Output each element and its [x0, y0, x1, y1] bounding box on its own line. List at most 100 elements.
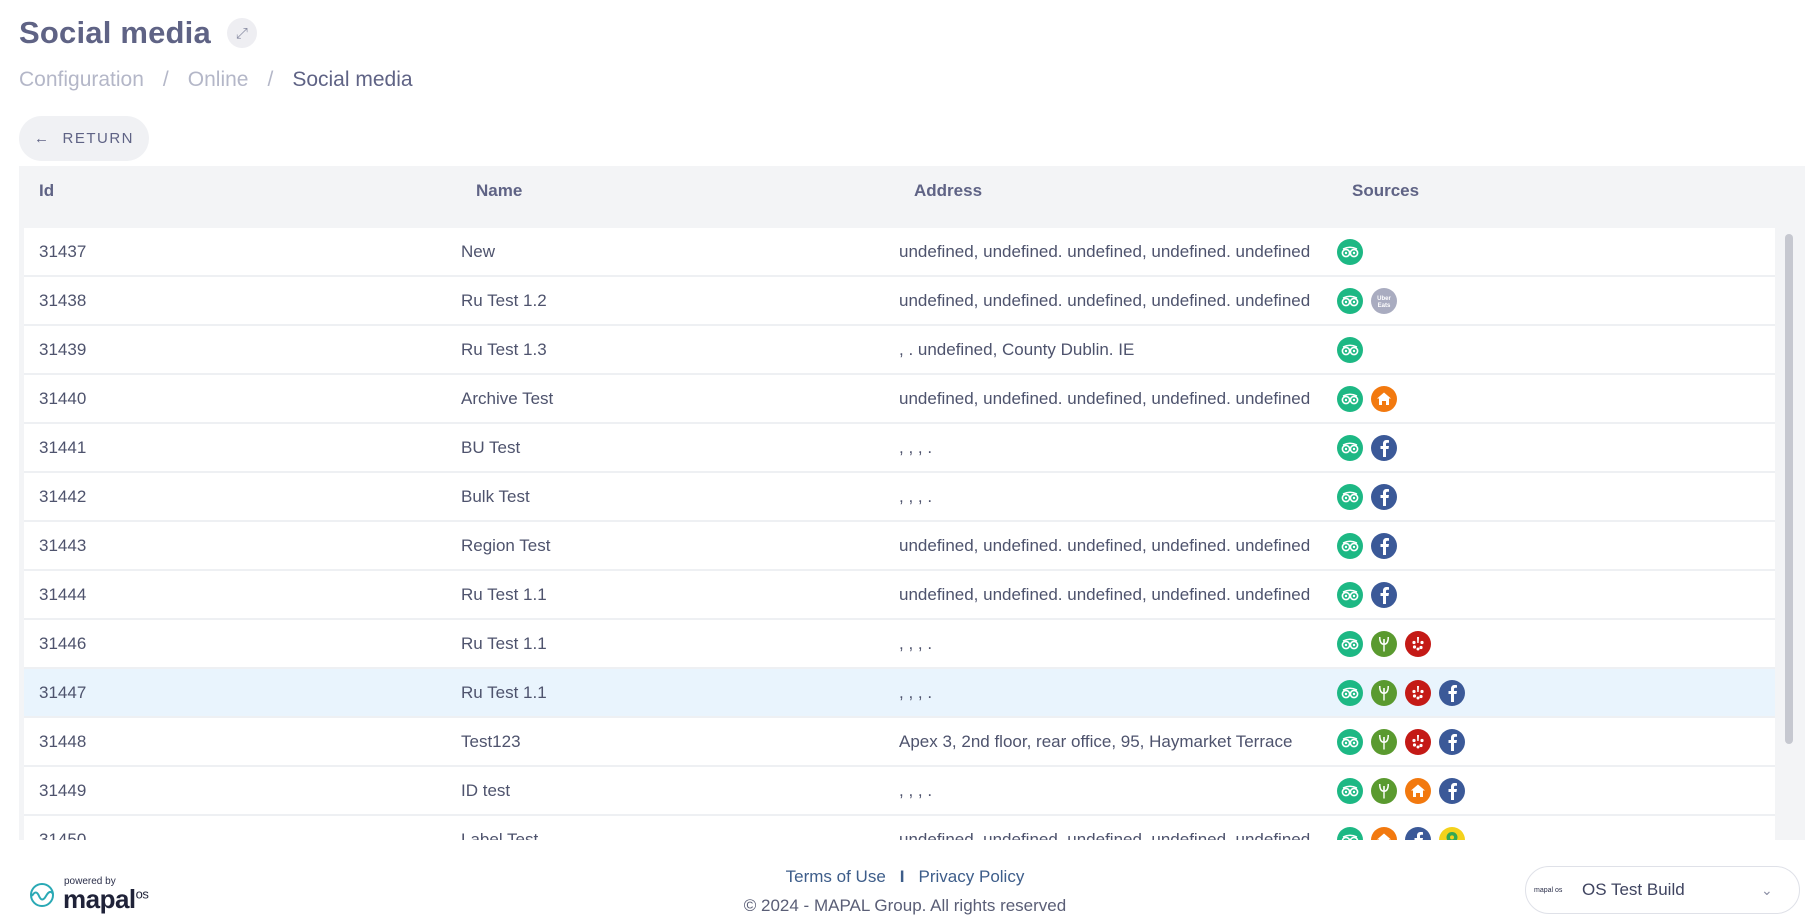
table-row[interactable]: 31440 Archive Test undefined, undefined. u…: [24, 375, 1775, 424]
return-label: RETURN: [62, 130, 134, 147]
cell-address: , , , .: [899, 633, 933, 653]
tripadvisor-icon: [1337, 826, 1363, 840]
environment-select[interactable]: mapal os OS Test Build ⌄: [1525, 866, 1800, 914]
privacy-link[interactable]: Privacy Policy: [919, 867, 1025, 886]
cell-name: Ru Test 1.1: [461, 584, 547, 604]
return-button[interactable]: ← RETURN: [19, 116, 149, 161]
svg-text:Eats: Eats: [1378, 303, 1391, 309]
breadcrumb-separator: /: [267, 68, 274, 91]
yelp-icon: [1405, 679, 1431, 706]
column-header-id[interactable]: Id: [19, 181, 456, 201]
ubereats-icon: Uber Eats: [1371, 287, 1397, 314]
cell-name: BU Test: [461, 437, 521, 457]
title-row: Social media ⤢: [19, 12, 413, 54]
table-row[interactable]: 31442 Bulk Test , , , .: [24, 473, 1775, 522]
table-row[interactable]: 31438 Ru Test 1.2 undefined, undefined. un…: [24, 277, 1775, 326]
cell-address: , , , .: [899, 682, 933, 702]
facebook-icon: [1371, 532, 1397, 559]
locations-table: Id Name Address Sources 31437 New undefine…: [19, 166, 1805, 840]
facebook-icon: [1405, 826, 1431, 840]
breadcrumb-current: Social media: [292, 68, 413, 91]
breadcrumb-configuration[interactable]: Configuration: [19, 68, 144, 92]
cell-name: Region Test: [461, 535, 551, 555]
cell-id: 31444: [39, 584, 87, 604]
cell-name: Test123: [461, 731, 521, 751]
page-title: Social media: [19, 15, 211, 50]
justeat-icon: [1371, 385, 1397, 412]
cell-id: 31438: [39, 290, 87, 310]
cell-id: 31446: [39, 633, 87, 653]
cell-id: 31450: [39, 829, 87, 841]
thefork-icon: [1371, 679, 1397, 706]
thefork-icon: [1371, 728, 1397, 755]
tripadvisor-icon: [1337, 434, 1363, 461]
cell-name: Ru Test 1.1: [461, 633, 547, 653]
cell-sources: [1337, 728, 1775, 755]
table-row[interactable]: 31444 Ru Test 1.1 undefined, undefined. un…: [24, 571, 1775, 620]
terms-link[interactable]: Terms of Use: [786, 867, 886, 886]
cell-address: , , , .: [899, 780, 933, 800]
column-header-address[interactable]: Address: [894, 181, 1332, 201]
facebook-icon: [1439, 679, 1465, 706]
cell-address: undefined, undefined. undefined, undefin…: [899, 290, 1311, 310]
cell-id: 31448: [39, 731, 87, 751]
cell-sources: [1337, 826, 1775, 840]
cell-address: undefined, undefined. undefined, undefin…: [899, 829, 1311, 841]
tripadvisor-icon: [1337, 238, 1363, 265]
googlemaps-icon: [1439, 826, 1465, 840]
tripadvisor-icon: [1337, 630, 1363, 657]
cell-sources: [1337, 385, 1775, 412]
cell-sources: Uber Eats: [1337, 287, 1775, 314]
cell-name: Archive Test: [461, 388, 554, 408]
cell-name: Ru Test 1.1: [461, 682, 547, 702]
facebook-icon: [1371, 483, 1397, 510]
arrow-left-icon: ←: [34, 130, 51, 147]
facebook-icon: [1371, 581, 1397, 608]
cell-sources: [1337, 532, 1775, 559]
cell-address: , , , .: [899, 486, 933, 506]
cell-sources: [1337, 630, 1775, 657]
cell-sources: [1337, 434, 1775, 461]
cell-name: New: [461, 241, 496, 261]
cell-address: , . undefined, County Dublin. IE: [899, 339, 1135, 359]
table-row[interactable]: 31449 ID test , , , .: [24, 767, 1775, 816]
table-row[interactable]: 31443 Region Test undefined, undefined. un…: [24, 522, 1775, 571]
table-row[interactable]: 31450 Label Test undefined, undefined. und…: [24, 816, 1775, 840]
environment-label: OS Test Build: [1582, 880, 1685, 899]
cell-id: 31447: [39, 682, 87, 702]
cell-name: Ru Test 1.3: [461, 339, 547, 359]
page-header: Social media ⤢ Configuration / Online / …: [19, 12, 413, 92]
cell-address: undefined, undefined. undefined, undefin…: [899, 584, 1311, 604]
tripadvisor-icon: [1337, 287, 1363, 314]
column-header-sources[interactable]: Sources: [1332, 181, 1805, 201]
table-body: 31437 New undefined, undefined. undefined,…: [24, 228, 1775, 840]
cell-id: 31449: [39, 780, 87, 800]
cell-name: Label Test: [461, 829, 539, 841]
footer-divider: I: [899, 867, 905, 886]
thefork-icon: [1371, 777, 1397, 804]
table-row[interactable]: 31441 BU Test , , , .: [24, 424, 1775, 473]
breadcrumb-online[interactable]: Online: [188, 68, 249, 92]
facebook-icon: [1371, 434, 1397, 461]
chevron-down-icon: ⌄: [1761, 881, 1773, 898]
column-header-name[interactable]: Name: [456, 181, 894, 201]
cell-address: Apex 3, 2nd floor, rear office, 95, Haym…: [899, 731, 1293, 751]
environment-logo: mapal os: [1534, 886, 1563, 894]
table-row[interactable]: 31446 Ru Test 1.1 , , , .: [24, 620, 1775, 669]
table-row[interactable]: 31437 New undefined, undefined. undefined,…: [24, 228, 1775, 277]
cell-sources: [1337, 679, 1775, 706]
cell-address: undefined, undefined. undefined, undefin…: [899, 241, 1311, 261]
table-row[interactable]: 31439 Ru Test 1.3 , . undefined, County Du…: [24, 326, 1775, 375]
cell-id: 31442: [39, 486, 87, 506]
thefork-icon: [1371, 630, 1397, 657]
breadcrumb-separator: /: [162, 68, 169, 91]
table-scrollbar[interactable]: [1782, 228, 1796, 840]
table-header: Id Name Address Sources: [19, 166, 1805, 215]
table-row[interactable]: 31447 Ru Test 1.1 , , , .: [24, 669, 1775, 718]
tripadvisor-icon: [1337, 728, 1363, 755]
table-row[interactable]: 31448 Test123 Apex 3, 2nd floor, rear offi…: [24, 718, 1775, 767]
cell-name: Bulk Test: [461, 486, 530, 506]
expand-icon[interactable]: ⤢: [226, 18, 257, 48]
yelp-icon: [1405, 728, 1431, 755]
scrollbar-thumb[interactable]: [1785, 234, 1793, 744]
